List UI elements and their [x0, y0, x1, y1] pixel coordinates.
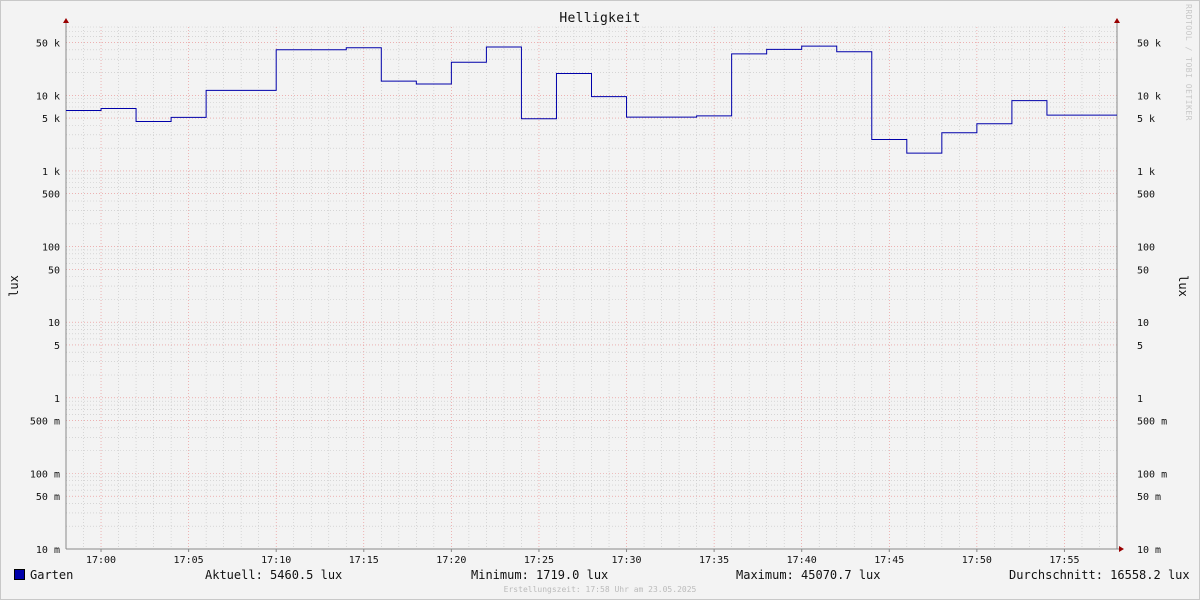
y-tick-label-left: 100 [42, 243, 60, 254]
y-tick-label-right: 10 m [1137, 545, 1161, 556]
x-tick-label: 17:55 [1049, 555, 1079, 566]
y-tick-label-left: 10 k [36, 91, 60, 102]
chart-area: 17:00 17:05 17:10 17:15 17:20 17:25 17:30 17:35… [30, 18, 1167, 566]
y-tick-label-right: 50 m [1137, 492, 1161, 503]
x-tick-label: 17:10 [261, 555, 291, 566]
y-tick-label-left: 1 [54, 394, 60, 405]
x-tick-label: 17:30 [611, 555, 641, 566]
y-tick-label-left: 10 [48, 318, 60, 329]
y-tick-label-right: 100 [1137, 243, 1155, 254]
y-tick-label-left: 1 k [42, 167, 60, 178]
legend-series-name: Garten [30, 568, 74, 582]
y-axis-arrow-left [63, 18, 69, 23]
grid-layer [65, 26, 1118, 550]
y-tick-label-right: 5 [1137, 341, 1143, 352]
y-tick-label-right: 50 [1137, 265, 1149, 276]
y-tick-label-left: 100 m [30, 469, 60, 480]
y-tick-label-left: 500 m [30, 417, 60, 428]
x-tick-label: 17:40 [787, 555, 817, 566]
creation-time-footer: Erstellungszeit: 17:58 Uhr am 23.05.2025 [503, 585, 697, 594]
x-tick-label: 17:05 [174, 555, 204, 566]
y-tick-label-left: 500 [42, 190, 60, 201]
y-tick-label-left: 50 [48, 265, 60, 276]
legend-maximum: Maximum: 45070.7 lux [736, 568, 881, 582]
x-axis-arrow [1119, 546, 1124, 552]
legend-swatch [14, 569, 25, 580]
x-tick-label: 17:20 [436, 555, 466, 566]
legend-minimum: Minimum: 1719.0 lux [471, 568, 609, 582]
y-tick-label-right: 10 [1137, 318, 1149, 329]
x-tick-label: 17:45 [874, 555, 904, 566]
x-tick-label: 17:50 [962, 555, 992, 566]
y-tick-label-right: 500 m [1137, 417, 1167, 428]
legend-average: Durchschnitt: 16558.2 lux [1009, 568, 1190, 582]
y-tick-label-right: 10 k [1137, 91, 1161, 102]
y-tick-label-right: 500 [1137, 190, 1155, 201]
y-tick-label-right: 5 k [1137, 114, 1155, 125]
y-axis-arrow-right [1114, 18, 1120, 23]
y-tick-label-left: 50 m [36, 492, 60, 503]
x-tick-label: 17:15 [349, 555, 379, 566]
axis-layer [63, 18, 1124, 552]
x-tick-label: 17:00 [86, 555, 116, 566]
y-tick-label-right: 50 k [1137, 38, 1161, 49]
x-tick-label: 17:35 [699, 555, 729, 566]
y-tick-label-left: 5 k [42, 114, 60, 125]
y-tick-label-right: 1 k [1137, 167, 1155, 178]
y-tick-label-left: 5 [54, 341, 60, 352]
y-tick-label-right: 1 [1137, 394, 1143, 405]
y-tick-label-right: 100 m [1137, 469, 1167, 480]
x-tick-label: 17:25 [524, 555, 554, 566]
legend-current: Aktuell: 5460.5 lux [205, 568, 343, 582]
y-tick-label-left: 10 m [36, 545, 60, 556]
y-tick-label-left: 50 k [36, 38, 60, 49]
